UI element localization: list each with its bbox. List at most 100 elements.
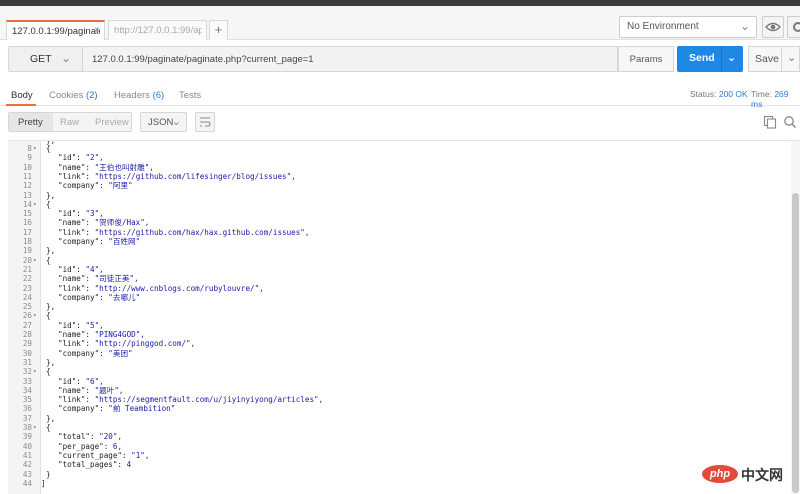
code-line: 17 "link": "https://github.com/hax/hax.gi…: [8, 228, 788, 237]
copy-icon[interactable]: [763, 115, 777, 129]
new-tab-button[interactable]: +: [209, 20, 228, 40]
code-line: 29 "link": "http://pinggod.com/",: [8, 339, 788, 348]
line-number: 28: [22, 330, 32, 339]
code-line: 10 "name": "王伯也叫射雕",: [8, 163, 788, 172]
fold-toggle-icon[interactable]: ▾: [33, 367, 37, 376]
close-tab-icon[interactable]: ×: [94, 25, 100, 36]
request-tab-bar: 127.0.0.1:99/paginate × http://127.0.0.1…: [0, 6, 800, 40]
save-button[interactable]: Save ⌄: [748, 46, 800, 72]
code-line: 13},: [8, 191, 788, 200]
line-number: 31: [22, 357, 32, 367]
response-body-editor[interactable]: }, 8 ▾{9 "id": "2", 10 "name": "王伯也叫射雕", 11 "l…: [8, 140, 800, 494]
code-line: 12 "company": "阿里": [8, 181, 788, 190]
scrollbar-thumb[interactable]: [792, 193, 799, 493]
line-code: "id": "5",: [58, 320, 104, 330]
line-number: 37: [22, 413, 32, 423]
line-code: },: [46, 413, 56, 423]
line-code: {: [46, 199, 51, 209]
vertical-scrollbar[interactable]: [791, 141, 800, 494]
view-raw-button[interactable]: Raw: [60, 117, 79, 128]
line-number: 27: [22, 320, 32, 330]
tab-body[interactable]: Body: [11, 90, 33, 101]
fold-toggle-icon[interactable]: ▾: [33, 311, 37, 320]
tab-cookies[interactable]: Cookies (2): [49, 90, 98, 101]
line-code: {: [46, 311, 51, 321]
tab-tests[interactable]: Tests: [179, 90, 201, 101]
fold-toggle-icon[interactable]: ▾: [33, 423, 37, 432]
url-input[interactable]: 127.0.0.1:99/paginate/paginate.php?curre…: [83, 46, 618, 72]
tab-count: (6): [152, 90, 165, 101]
code-line: 34 "name": "题叶",: [8, 386, 788, 395]
line-number: 22: [22, 274, 32, 284]
line-code: "total": "20",: [58, 432, 123, 442]
php-cn-watermark: php 中文网: [702, 463, 794, 487]
line-number: 21: [22, 264, 32, 274]
line-number: 38: [22, 423, 32, 432]
chevron-down-icon: ⌄: [739, 19, 750, 33]
line-code: "name": "题叶",: [58, 385, 124, 395]
line-code: "company": "百姓网": [58, 237, 141, 246]
line-code: "id": "6",: [58, 376, 104, 386]
line-number: 35: [22, 395, 32, 405]
format-select[interactable]: JSON ⌄: [140, 112, 187, 132]
time-label: Time:: [751, 89, 772, 99]
wrap-lines-button[interactable]: [195, 112, 215, 132]
code-line: 35 "link": "https://segmentfault.com/u/ji…: [8, 395, 788, 404]
code-line: 16 "name": "贺师俊/Hax",: [8, 218, 788, 227]
line-code: "per_page": 6,: [58, 441, 123, 451]
wrap-icon: [200, 117, 211, 127]
line-number: 43: [22, 469, 32, 479]
manage-environments-button[interactable]: [787, 16, 800, 38]
save-options-chevron-icon[interactable]: ⌄: [787, 51, 796, 64]
line-code: },: [46, 246, 56, 256]
code-line: 19},: [8, 246, 788, 255]
request-tab-2[interactable]: http://127.0.0.1:99/api/resu: [108, 20, 207, 40]
line-code: {: [46, 255, 51, 265]
fold-toggle-icon[interactable]: ▾: [33, 200, 37, 209]
line-code: "name": "PING4GOD",: [58, 330, 145, 339]
code-line: 8 ▾ {: [8, 144, 788, 153]
code-line: 42 "total_pages": 4: [8, 460, 788, 469]
line-number: 18: [22, 237, 32, 246]
view-pretty-button[interactable]: Pretty: [18, 117, 43, 128]
send-button[interactable]: Send ⌄: [677, 46, 743, 72]
line-code: "current_page": "1",: [58, 450, 150, 460]
environment-select[interactable]: No Environment ⌄: [619, 16, 757, 38]
response-tabs: Body Cookies (2) Headers (6) Tests Statu…: [0, 84, 800, 109]
send-options-chevron-icon[interactable]: ⌄: [727, 51, 736, 64]
params-button[interactable]: Params: [618, 46, 674, 72]
chevron-down-icon: ⌄: [60, 51, 71, 65]
code-line: 22 "name": "司徒正美",: [8, 274, 788, 283]
line-number: 17: [22, 227, 32, 237]
line-number: 8: [27, 144, 32, 153]
tab-label: http://127.0.0.1:99/api/resu: [114, 25, 202, 36]
code-line: 39 "total": "20",: [8, 432, 788, 441]
fold-toggle-icon[interactable]: ▾: [33, 256, 37, 265]
line-number: 25: [22, 302, 32, 312]
line-code: {: [46, 423, 51, 432]
line-number: 30: [22, 348, 32, 358]
request-tab-1[interactable]: 127.0.0.1:99/paginate ×: [6, 20, 105, 40]
fold-toggle-icon[interactable]: ▾: [33, 144, 37, 153]
line-code: "link": "https://segmentfault.com/u/jiyi…: [58, 395, 324, 405]
line-code: {: [46, 367, 51, 377]
code-line: 18 "company": "百姓网": [8, 237, 788, 246]
body-view-toolbar: Pretty Raw Preview JSON ⌄: [8, 112, 800, 134]
code-line: 31},: [8, 358, 788, 367]
line-code: "company": "美团": [58, 348, 133, 358]
line-number: 33: [22, 376, 32, 386]
method-select[interactable]: GET ⌄: [8, 46, 83, 72]
line-number: 39: [22, 432, 32, 442]
code-line: 37},: [8, 414, 788, 423]
code-line: 38 ▾ {: [8, 423, 788, 432]
line-number: 13: [22, 190, 32, 200]
line-number: 12: [22, 181, 32, 191]
tab-headers[interactable]: Headers (6): [114, 90, 164, 101]
line-number: 26: [22, 311, 32, 321]
view-preview-button[interactable]: Preview: [95, 117, 129, 128]
environment-quick-look-button[interactable]: [762, 16, 784, 38]
line-code: "link": "https://github.com/lifesinger/b…: [58, 171, 296, 181]
code-line: 11 "link": "https://github.com/lifesinger…: [8, 172, 788, 181]
search-icon[interactable]: [783, 115, 797, 129]
send-label: Send: [689, 52, 715, 64]
